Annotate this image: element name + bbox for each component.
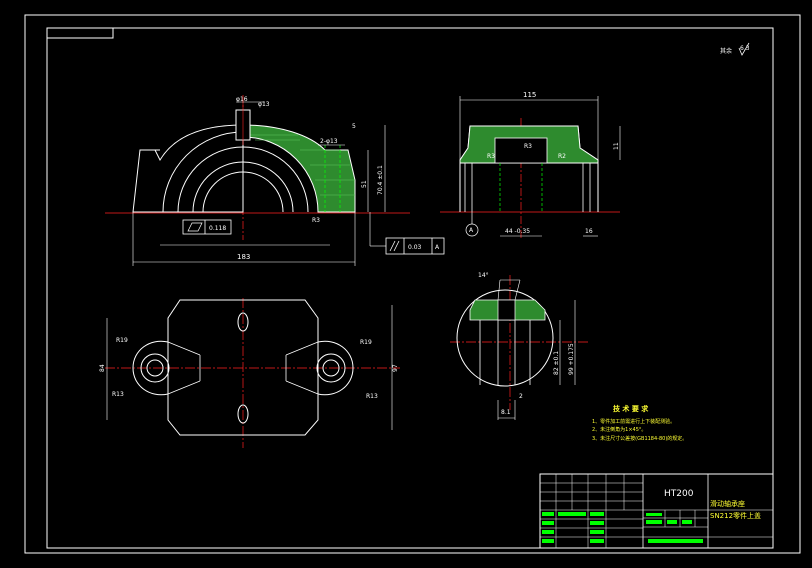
drawing-sheet: 其余 6.3 183 φ16 φ13 2-φ13 5 70.4 ±0.1 51 … <box>0 0 812 568</box>
front-dim-five: 5 <box>352 123 356 130</box>
top-dim-r13-left: R13 <box>112 391 124 398</box>
detail-dim-ninety-nine: 99 +0.175 <box>568 343 575 375</box>
detail-dim-eighty-two: 82 ±0.1 <box>553 351 560 375</box>
front-dim-two-phi13: 2-φ13 <box>320 138 338 145</box>
tech-req-title: 技 术 要 求 <box>613 404 649 413</box>
side-dim-forty-four: 44 -0.35 <box>505 228 530 235</box>
side-r-label-3: R2 <box>558 153 566 160</box>
front-dim-width: 183 <box>237 253 250 261</box>
top-dim-eighty-four: 84 <box>99 364 106 372</box>
detail-dim-two: 2 <box>519 393 523 400</box>
side-r-label-1: R3 <box>487 153 495 160</box>
roughness-value: 6.3 <box>740 45 750 52</box>
tech-req-item: 3、未注尺寸公差按(GB1184-80)的规定。 <box>592 435 687 442</box>
title-material: HT200 <box>664 489 694 499</box>
title-name-line1: 滑动轴承座 <box>710 499 745 508</box>
front-dim-fifty-one: 51 <box>361 180 368 188</box>
front-dim-r3: R3 <box>312 217 320 224</box>
front-parallel-value: 0.03 <box>408 244 422 251</box>
tech-req-item: 1、零件加工前需进行上下装配测验。 <box>592 418 675 425</box>
side-r-label-2: R3 <box>524 143 532 150</box>
title-name-line2: SN212零件上盖 <box>710 511 761 520</box>
top-dim-ninety-seven: 97 <box>392 364 399 372</box>
roughness-label: 其余 <box>720 47 732 55</box>
side-dim-width: 115 <box>523 91 536 99</box>
front-dim-seventy: 70.4 ±0.1 <box>377 165 384 195</box>
top-dim-r19-left: R19 <box>116 337 128 344</box>
side-dim-sixteen: 16 <box>585 228 593 235</box>
top-dim-r13-right: R13 <box>366 393 378 400</box>
top-dim-r19-right: R19 <box>360 339 372 346</box>
detail-dim-eight-one: 8.1 <box>501 409 511 416</box>
tech-req-item: 2、未注倒角为1×45°。 <box>592 426 646 433</box>
side-dim-eleven: 11 <box>613 142 620 150</box>
detail-dim-angle: 14° <box>478 272 489 279</box>
front-flatness-value: 0.118 <box>209 225 226 232</box>
